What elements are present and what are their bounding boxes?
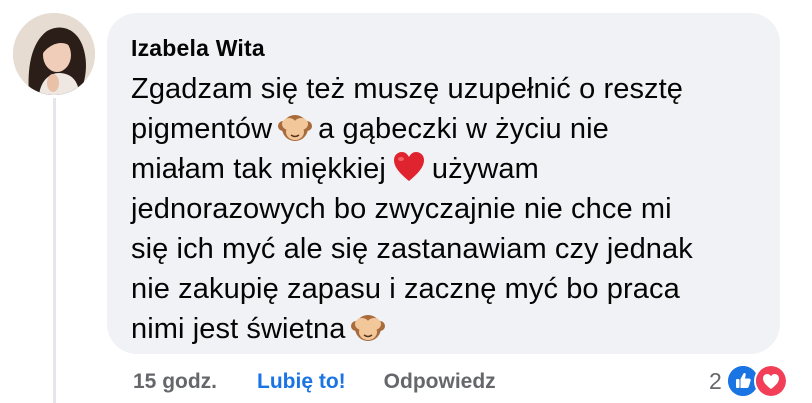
thread-line bbox=[53, 98, 56, 403]
comment-line: się ich myć ale się zastanawiam czy jedn… bbox=[131, 229, 760, 269]
reaction-summary[interactable]: 2 bbox=[709, 364, 788, 398]
comment-text: Zgadzam się też muszę uzupełnić o resztę… bbox=[131, 69, 760, 349]
comment-line-text: Zgadzam się też muszę uzupełnić o resztę bbox=[131, 73, 684, 105]
comment-line-text: a gąbeczki w życiu nie bbox=[318, 113, 609, 145]
like-button[interactable]: Lubię to! bbox=[257, 370, 346, 394]
see-no-evil-monkey-icon bbox=[351, 310, 386, 344]
comment-line-text: pigmentów bbox=[131, 113, 273, 145]
comment-line-text: nimi jest świetna bbox=[131, 313, 346, 345]
comment-actions: 15 godz. Lubię to! Odpowiedz bbox=[133, 368, 496, 396]
comment-line: Zgadzam się też muszę uzupełnić o resztę bbox=[131, 69, 760, 109]
comment-line-text: jednorazowych bo zwyczajnie nie chce mi bbox=[131, 193, 672, 225]
comment-line: miałam tak miękkiej używam bbox=[131, 149, 760, 189]
comment-line: jednorazowych bo zwyczajnie nie chce mi bbox=[131, 189, 760, 229]
comment-timestamp[interactable]: 15 godz. bbox=[133, 370, 217, 394]
profile-photo bbox=[13, 13, 95, 95]
comment-line: nie zakupię zapasu i zacznę myć bo praca bbox=[131, 269, 760, 309]
love-reaction-icon bbox=[753, 364, 788, 398]
reaction-count: 2 bbox=[709, 367, 722, 394]
comment-line-text: się ich myć ale się zastanawiam czy jedn… bbox=[131, 233, 693, 265]
comment-line-text: nie zakupię zapasu i zacznę myć bo praca bbox=[131, 273, 680, 305]
reply-button[interactable]: Odpowiedz bbox=[384, 370, 496, 394]
red-heart-icon bbox=[392, 150, 426, 184]
see-no-evil-monkey-icon bbox=[278, 110, 313, 144]
comment-line: pigmentów a gąbeczki w życiu nie bbox=[131, 109, 760, 149]
comment-bubble: Izabela Wita Zgadzam się też muszę uzupe… bbox=[107, 13, 780, 354]
comment-line: nimi jest świetna bbox=[131, 309, 760, 349]
comment-author[interactable]: Izabela Wita bbox=[131, 35, 760, 61]
comment-line-text: miałam tak miękkiej bbox=[131, 153, 386, 185]
avatar[interactable] bbox=[13, 13, 95, 95]
comment-line-text: używam bbox=[431, 153, 539, 185]
